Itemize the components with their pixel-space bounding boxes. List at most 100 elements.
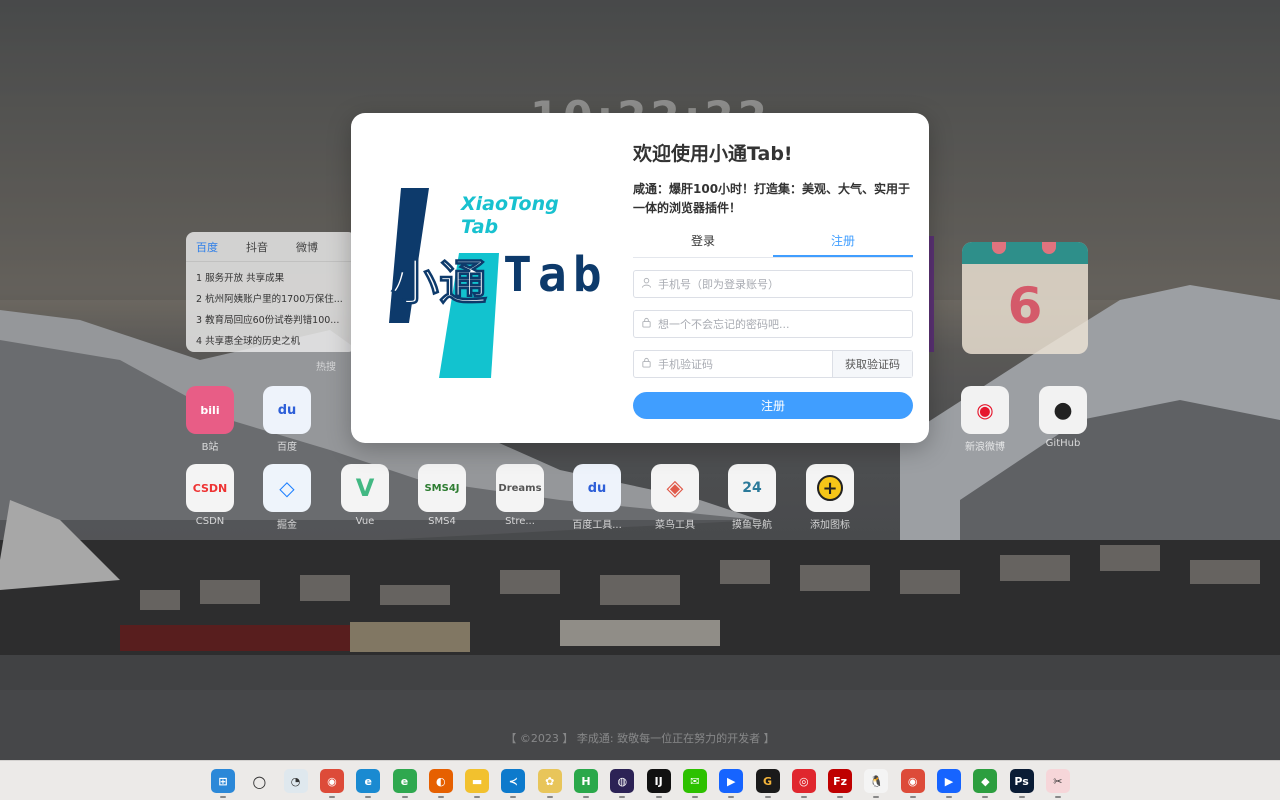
weibo-icon: ◉: [961, 386, 1009, 434]
netease-music-icon[interactable]: ◎: [791, 769, 816, 798]
filezilla-icon[interactable]: Fz: [828, 769, 853, 798]
get-code-button[interactable]: 获取验证码: [832, 351, 912, 377]
app-add[interactable]: + 添加图标: [800, 464, 860, 531]
snipping-tool-icon[interactable]: ✂: [1045, 769, 1070, 798]
phone-input[interactable]: [658, 277, 912, 291]
feishu-icon[interactable]: ▶: [719, 769, 744, 798]
intellij-icon[interactable]: IJ: [646, 769, 671, 798]
hot-search-widget[interactable]: 百度 抖音 微博 1 服务开放 共享成果 2 杭州阿姨账户里的1700万保住..…: [186, 232, 356, 352]
bilibili-icon: bili: [186, 386, 234, 434]
app-github[interactable]: ● GitHub: [1033, 386, 1093, 449]
hot-tab-baidu[interactable]: 百度: [196, 239, 218, 255]
qq-icon[interactable]: 🐧: [864, 769, 889, 798]
logo-title-en: XiaoTong: [461, 193, 559, 215]
hot-search-item[interactable]: 1 服务开放 共享成果: [196, 268, 346, 289]
auth-tabs: 登录 注册: [633, 226, 913, 258]
vscode-icon[interactable]: ≺: [501, 769, 526, 798]
app-weibo[interactable]: ◉ 新浪微博: [955, 386, 1015, 453]
running-indicator: [1054, 796, 1061, 798]
xiaotong-tab-logo: XiaoTong Tab 小通 Tab: [381, 173, 631, 393]
running-indicator: [982, 796, 989, 798]
feishu2-icon[interactable]: ▶: [937, 769, 961, 798]
register-dialog: XiaoTong Tab 小通 Tab 欢迎使用小通Tab! 咸通：爆肝100小…: [351, 113, 929, 443]
running-indicator: [655, 796, 662, 798]
gold-g-icon[interactable]: G: [755, 769, 780, 798]
file-explorer-icon[interactable]: ▬: [465, 769, 490, 798]
app-moyu-nav[interactable]: 24 摸鱼导航: [722, 464, 782, 531]
dialog-subtitle: 咸通：爆肝100小时！打造集：美观、大气、实用于一体的浏览器插件！: [633, 182, 911, 215]
tab-register[interactable]: 注册: [773, 226, 913, 257]
app-label: 百度: [277, 442, 297, 453]
app-runoob[interactable]: ◈ 菜鸟工具: [645, 464, 705, 531]
add-icon: +: [806, 464, 854, 512]
running-indicator: [691, 796, 698, 798]
eclipse-icon[interactable]: ◍: [610, 769, 635, 798]
app-label: 掘金: [277, 520, 297, 531]
calendar-ring-icon: [1042, 242, 1056, 254]
running-indicator: [1018, 796, 1025, 798]
hbuilder-icon[interactable]: H: [574, 769, 598, 798]
app-baidu-tools[interactable]: du 百度工具...: [567, 464, 627, 531]
hot-tab-weibo[interactable]: 微博: [296, 239, 318, 255]
calendar-nav-icon: 24: [728, 464, 776, 512]
baidu-tools-icon: du: [573, 464, 621, 512]
running-indicator: [909, 796, 916, 798]
dingtalk-icon[interactable]: ◆: [973, 769, 998, 798]
search-icon[interactable]: ○: [247, 769, 271, 793]
running-indicator: [583, 796, 589, 798]
lock-icon: [634, 357, 658, 371]
calendar-day: 6: [1007, 277, 1043, 335]
hot-search-item[interactable]: 3 教育局回应60份试卷判错100...: [196, 310, 346, 331]
sms4j-icon: SMS4J: [418, 464, 466, 512]
vue-icon: V: [341, 464, 389, 512]
running-indicator: [220, 796, 226, 798]
running-indicator: [328, 796, 335, 798]
phone-field: [633, 270, 913, 298]
widget-icon[interactable]: ◔: [283, 769, 308, 793]
photoshop-icon[interactable]: Ps: [1009, 769, 1034, 798]
baidu-icon: du: [263, 386, 311, 434]
github-icon: ●: [1039, 386, 1087, 434]
tab-login[interactable]: 登录: [633, 226, 773, 257]
running-indicator: [546, 796, 553, 798]
calendar-ring-icon: [992, 242, 1006, 254]
dialog-title: 欢迎使用小通Tab!: [633, 143, 793, 165]
hot-search-caption: 热搜: [316, 362, 336, 373]
running-indicator: [401, 796, 408, 798]
csdn-icon: CSDN: [186, 464, 234, 512]
chrome2-icon[interactable]: ◉: [900, 769, 925, 798]
password-field: [633, 310, 913, 338]
hot-search-tabs: 百度 抖音 微博: [186, 232, 356, 262]
runoob-icon: ◈: [651, 464, 699, 512]
password-input[interactable]: [658, 317, 912, 331]
running-indicator: [728, 796, 735, 798]
ie-icon[interactable]: e: [392, 769, 417, 798]
taskbar: ⊞ ○ ◔ ◉ e e ◐ ▬ ≺ ✿ H ◍ IJ ✉ ▶ G ◎ Fz 🐧 ◉ ▶ ◆ Ps ✂: [0, 760, 1280, 800]
juejin-icon: ◇: [263, 464, 311, 512]
app-label: CSDN: [195, 516, 225, 527]
app-csdn[interactable]: CSDN CSDN: [180, 464, 240, 527]
app-bilibili[interactable]: bili B站: [180, 386, 240, 453]
app-gold-icon[interactable]: ✿: [537, 769, 562, 798]
hot-tab-douyin[interactable]: 抖音: [246, 239, 268, 255]
windows-start-icon[interactable]: ⊞: [211, 769, 235, 798]
app-baidu[interactable]: du 百度: [257, 386, 317, 453]
wechat-icon[interactable]: ✉: [682, 769, 707, 798]
logo-subtitle-en: Tab: [461, 216, 499, 238]
app-juejin[interactable]: ◇ 掘金: [257, 464, 317, 531]
app-sms4j[interactable]: SMS4J SMS4: [412, 464, 472, 527]
app-label: 菜鸟工具: [655, 520, 695, 531]
calendar-widget[interactable]: 6: [962, 242, 1088, 354]
app-label: 新浪微博: [965, 442, 1005, 453]
chrome-icon[interactable]: ◉: [319, 769, 344, 798]
edge-icon[interactable]: e: [356, 769, 381, 798]
register-submit-button[interactable]: 注册: [633, 392, 913, 419]
hot-search-item[interactable]: 2 杭州阿姨账户里的1700万保住...: [196, 289, 346, 310]
app-label: GitHub: [1045, 438, 1081, 449]
running-indicator: [873, 796, 880, 798]
hot-search-item[interactable]: 4 共享惠全球的历史之机: [196, 331, 346, 352]
app-dreams[interactable]: Dreams Stre...: [490, 464, 550, 527]
app-vue[interactable]: V Vue: [335, 464, 395, 527]
firefox-icon[interactable]: ◐: [428, 769, 453, 798]
code-input[interactable]: [658, 357, 832, 371]
